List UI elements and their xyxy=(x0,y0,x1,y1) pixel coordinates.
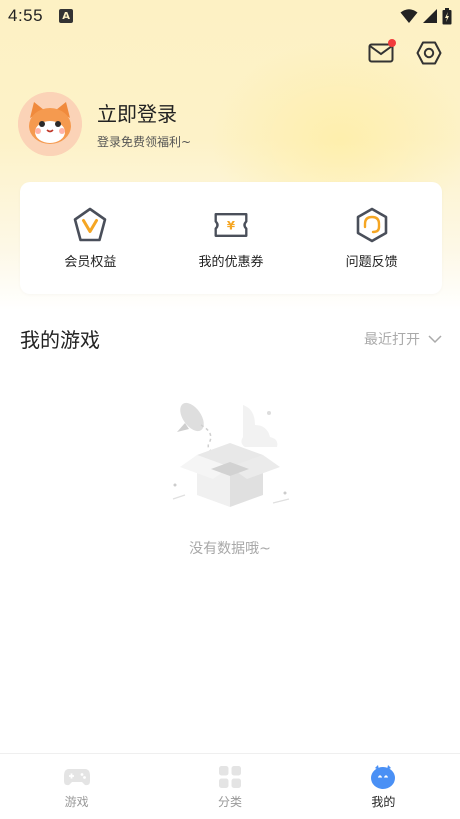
header-actions xyxy=(368,39,442,66)
quick-actions-card: 会员权益 ¥ 我的优惠券 问题反馈 xyxy=(20,182,442,294)
quick-action-label: 会员权益 xyxy=(64,254,117,270)
coupon-icon: ¥ xyxy=(213,207,249,243)
my-games-header: 我的游戏 最近打开 xyxy=(20,324,442,353)
login-subtitle: 登录免费领福利~ xyxy=(97,135,192,149)
quick-action-vip[interactable]: 会员权益 xyxy=(30,207,150,270)
tab-mine[interactable]: 我的 xyxy=(307,754,460,819)
quick-action-label: 问题反馈 xyxy=(345,254,398,270)
chevron-down-icon xyxy=(428,334,442,343)
unread-badge xyxy=(388,39,396,47)
tab-games[interactable]: 游戏 xyxy=(0,754,153,819)
svg-text:¥: ¥ xyxy=(227,218,235,232)
grid-icon xyxy=(216,763,244,791)
quick-action-feedback[interactable]: 问题反馈 xyxy=(312,207,432,270)
sort-dropdown[interactable]: 最近打开 xyxy=(364,329,442,349)
vip-icon xyxy=(72,207,108,243)
login-title[interactable]: 立即登录 xyxy=(97,98,191,127)
settings-icon xyxy=(416,41,442,65)
profile-icon xyxy=(369,763,397,791)
bottom-tab-bar: 游戏 分类 我的 xyxy=(0,753,460,819)
empty-message: 没有数据哦~ xyxy=(189,541,271,557)
quick-action-label: 我的优惠券 xyxy=(198,254,264,270)
tab-categories[interactable]: 分类 xyxy=(153,754,306,819)
status-time: 4:55 xyxy=(8,6,44,25)
empty-box-icon xyxy=(172,402,290,507)
my-games-title: 我的游戏 xyxy=(20,328,100,352)
mail-button[interactable] xyxy=(368,39,396,66)
gamepad-icon xyxy=(63,763,91,791)
sort-label: 最近打开 xyxy=(364,331,420,348)
status-icons xyxy=(400,7,452,25)
empty-state: 没有数据哦~ xyxy=(0,395,460,558)
wifi-icon xyxy=(400,9,418,23)
status-bar: 4:55 A xyxy=(0,0,460,32)
avatar[interactable] xyxy=(18,92,82,156)
profile-text: 立即登录 登录免费领福利~ xyxy=(97,98,191,150)
tab-label: 游戏 xyxy=(64,795,89,809)
tab-label: 分类 xyxy=(217,795,242,809)
settings-button[interactable] xyxy=(416,40,442,66)
quick-action-coupons[interactable]: ¥ 我的优惠券 xyxy=(171,207,291,270)
tab-label: 我的 xyxy=(371,795,396,809)
cat-avatar-icon xyxy=(18,92,82,156)
login-profile[interactable]: 立即登录 登录免费领福利~ xyxy=(18,92,191,156)
signal-icon xyxy=(423,9,437,23)
battery-icon xyxy=(442,7,452,24)
feedback-icon xyxy=(354,207,390,243)
notification-indicator-icon: A xyxy=(59,9,74,23)
